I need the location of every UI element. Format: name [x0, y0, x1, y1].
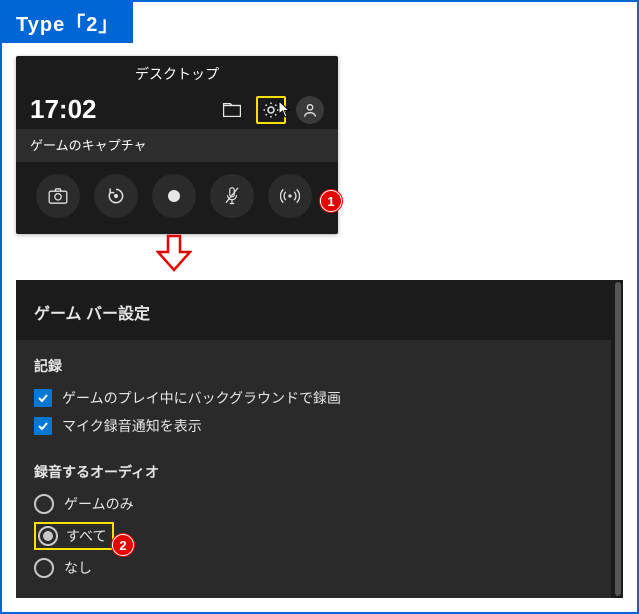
- settings-panel: ゲーム バー設定 記録 ゲームのプレイ中にバックグラウンドで録画 マイク録音通知…: [16, 280, 623, 598]
- user-icon[interactable]: [296, 96, 324, 124]
- highlight-box: すべて: [34, 522, 114, 550]
- action-row: [16, 162, 338, 234]
- settings-title: ゲーム バー設定: [16, 280, 611, 340]
- clock: 17:02: [30, 94, 208, 125]
- radio-label: ゲームのみ: [64, 494, 134, 514]
- radio-label: すべて: [66, 526, 106, 546]
- radio-label: なし: [64, 558, 92, 578]
- gamebar-widget: デスクトップ 17:02 ゲームのキャプチャ: [16, 56, 338, 234]
- checkbox-label: ゲームのプレイ中にバックグラウンドで録画: [62, 388, 341, 408]
- broadcast-button[interactable]: [268, 174, 312, 218]
- folder-icon[interactable]: [218, 96, 246, 124]
- record-last-button[interactable]: [94, 174, 138, 218]
- radio-icon: [34, 494, 54, 514]
- record-icon: [168, 190, 180, 202]
- radio-icon: [34, 558, 54, 578]
- record-button[interactable]: [152, 174, 196, 218]
- check-icon: [34, 417, 52, 435]
- radio-icon: [38, 526, 58, 546]
- callout-1: 1: [320, 190, 342, 212]
- widget-subtitle: ゲームのキャプチャ: [16, 129, 338, 162]
- checkbox-bg-record[interactable]: ゲームのプレイ中にバックグラウンドで録画: [34, 388, 593, 408]
- radio-none[interactable]: なし: [34, 558, 593, 578]
- scrollbar[interactable]: [615, 282, 621, 596]
- check-icon: [34, 389, 52, 407]
- widget-title: デスクトップ: [16, 56, 338, 90]
- section-record-label: 記録: [34, 356, 593, 376]
- checkbox-label: マイク録音通知を表示: [62, 416, 202, 436]
- cursor-icon: [278, 100, 292, 118]
- screenshot-button[interactable]: [36, 174, 80, 218]
- arrow-down-icon: [156, 234, 192, 272]
- section-audio-label: 録音するオーディオ: [34, 462, 593, 482]
- type-header: Type「2」: [2, 2, 133, 43]
- mic-button[interactable]: [210, 174, 254, 218]
- checkbox-mic-notice[interactable]: マイク録音通知を表示: [34, 416, 593, 436]
- callout-2: 2: [112, 534, 134, 556]
- radio-game-only[interactable]: ゲームのみ: [34, 494, 593, 514]
